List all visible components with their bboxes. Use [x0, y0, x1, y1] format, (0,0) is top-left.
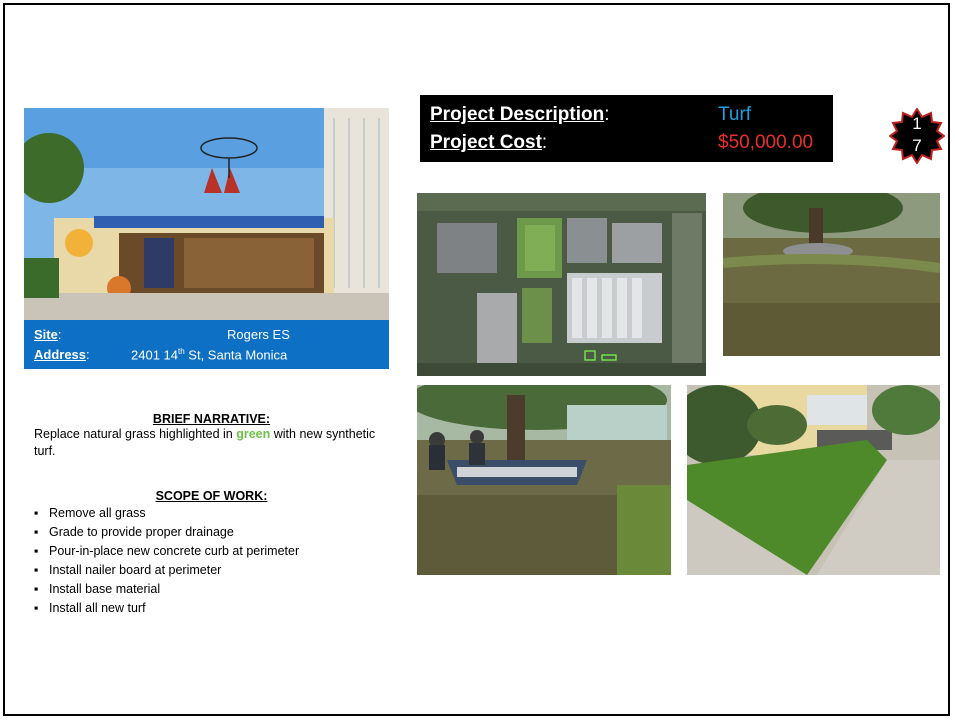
address-label: Address: [34, 347, 87, 362]
brief-narrative-heading: BRIEF NARRATIVE:: [152, 412, 271, 426]
project-cost-value: $50,000.00: [718, 132, 814, 153]
page-number-badge: 1 7: [888, 107, 946, 165]
project-info-box: Project Description: Turf Project Cost: …: [420, 95, 833, 162]
site-info-box: Site: Rogers ES Address: 2401 14th St, S…: [24, 320, 389, 369]
scope-of-work: SCOPE OF WORK: Remove all grass Grade to…: [34, 489, 389, 618]
workers-tree-bench-photo: [417, 385, 671, 575]
site-label: Site: [34, 327, 58, 342]
project-description-value: Turf: [718, 104, 752, 125]
brief-narrative: BRIEF NARRATIVE: Replace natural grass h…: [34, 412, 389, 460]
scope-heading: SCOPE OF WORK:: [155, 489, 268, 503]
badge-line-2: 7: [912, 136, 922, 155]
scope-item: Pour-in-place new concrete curb at perim…: [34, 542, 389, 561]
scope-list: Remove all grass Grade to provide proper…: [34, 504, 389, 618]
lawn-tree-photo: [723, 193, 940, 356]
scope-item: Install nailer board at perimeter: [34, 561, 389, 580]
badge-line-1: 1: [912, 114, 922, 133]
address-row: Address:: [34, 347, 90, 362]
site-value: Rogers ES: [227, 327, 290, 342]
address-value: 2401 14th St, Santa Monica: [131, 347, 288, 363]
project-description-label: Project Description: [430, 104, 605, 125]
scope-item: Install all new turf: [34, 599, 389, 618]
scope-item: Remove all grass: [34, 504, 389, 523]
brief-narrative-text: Replace natural grass highlighted in gre…: [34, 427, 376, 458]
scope-item: Install base material: [34, 580, 389, 599]
aerial-map-photo: [417, 193, 706, 376]
sidewalk-lawn-photo: [687, 385, 940, 575]
scope-item: Grade to provide proper drainage: [34, 523, 389, 542]
site-row: Site:: [34, 327, 62, 342]
project-cost-label: Project Cost: [430, 132, 542, 153]
project-description-row: Project Description:: [430, 104, 610, 125]
school-entrance-photo: [24, 108, 389, 320]
project-cost-row: Project Cost:: [430, 132, 548, 153]
highlight-green: green: [236, 427, 271, 441]
